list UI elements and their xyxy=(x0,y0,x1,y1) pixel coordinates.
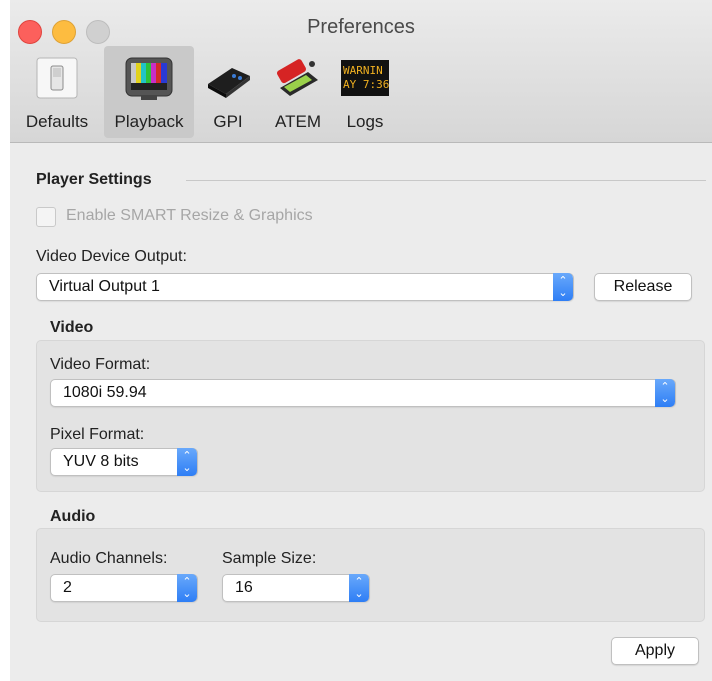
video-format-label: Video Format: xyxy=(50,356,151,373)
toolbar-label-logs: Logs xyxy=(346,112,384,131)
pixel-format-select[interactable]: YUV 8 bits ⌃ ⌄ xyxy=(50,448,198,476)
video-device-output-label: Video Device Output: xyxy=(36,248,187,265)
video-format-select[interactable]: 1080i 59.94 ⌃ ⌄ xyxy=(50,379,676,407)
chevron-updown-icon: ⌃ ⌄ xyxy=(177,574,197,602)
svg-text:AY 7:36:: AY 7:36: xyxy=(343,78,391,91)
player-settings-title: Player Settings xyxy=(36,171,152,188)
sample-size-label: Sample Size: xyxy=(222,550,317,567)
video-device-output-select[interactable]: Virtual Output 1 ⌃ ⌄ xyxy=(36,273,574,301)
toolbar-item-gpi[interactable]: GPI xyxy=(198,46,258,138)
toolbar-item-playback[interactable]: Playback xyxy=(104,46,194,138)
audio-channels-value: 2 xyxy=(63,579,72,596)
pixel-format-value: YUV 8 bits xyxy=(63,453,139,470)
chevron-updown-icon: ⌃ ⌄ xyxy=(177,448,197,476)
gpi-device-icon xyxy=(208,68,250,98)
toolbar-label-defaults: Defaults xyxy=(25,112,89,131)
sample-size-select[interactable]: 16 ⌃ ⌄ xyxy=(222,574,370,602)
switch-icon xyxy=(36,57,78,99)
svg-text:WARNIN: WARNIN xyxy=(343,64,383,77)
window-title: Preferences xyxy=(307,16,415,38)
title-bar: Preferences Defaults Playback GPI ATEM W… xyxy=(10,0,712,143)
smart-resize-label: Enable SMART Resize & Graphics xyxy=(66,207,313,224)
apply-button[interactable]: Apply xyxy=(611,637,699,665)
pixel-format-label: Pixel Format: xyxy=(50,426,145,443)
chevron-updown-icon: ⌃ ⌄ xyxy=(553,273,573,301)
video-format-value: 1080i 59.94 xyxy=(63,384,147,401)
warning-display-icon: WARNIN AY 7:36: xyxy=(341,60,391,96)
audio-channels-label: Audio Channels: xyxy=(50,550,168,567)
playback-pane: Player Settings Enable SMART Resize & Gr… xyxy=(10,143,712,681)
tv-icon xyxy=(125,57,173,100)
toolbar-label-atem: ATEM xyxy=(275,112,321,131)
on-air-icon xyxy=(276,59,318,96)
toolbar-label-playback: Playback xyxy=(114,112,184,131)
preferences-window: Preferences Defaults Playback GPI ATEM W… xyxy=(10,0,712,681)
video-device-output-value: Virtual Output 1 xyxy=(49,278,160,295)
toolbar-item-defaults[interactable]: Defaults xyxy=(14,46,100,138)
release-button[interactable]: Release xyxy=(594,273,692,301)
smart-resize-checkbox[interactable] xyxy=(36,207,56,227)
toolbar-item-logs[interactable]: WARNIN AY 7:36: Logs xyxy=(336,46,394,138)
toolbar-label-gpi: GPI xyxy=(213,112,243,131)
chevron-updown-icon: ⌃ ⌄ xyxy=(655,379,675,407)
toolbar-item-atem[interactable]: ATEM xyxy=(265,46,331,138)
audio-section-title: Audio xyxy=(50,508,96,525)
sample-size-value: 16 xyxy=(235,579,253,596)
chevron-updown-icon: ⌃ ⌄ xyxy=(349,574,369,602)
video-section-title: Video xyxy=(50,319,94,336)
section-divider xyxy=(186,180,706,181)
audio-channels-select[interactable]: 2 ⌃ ⌄ xyxy=(50,574,198,602)
